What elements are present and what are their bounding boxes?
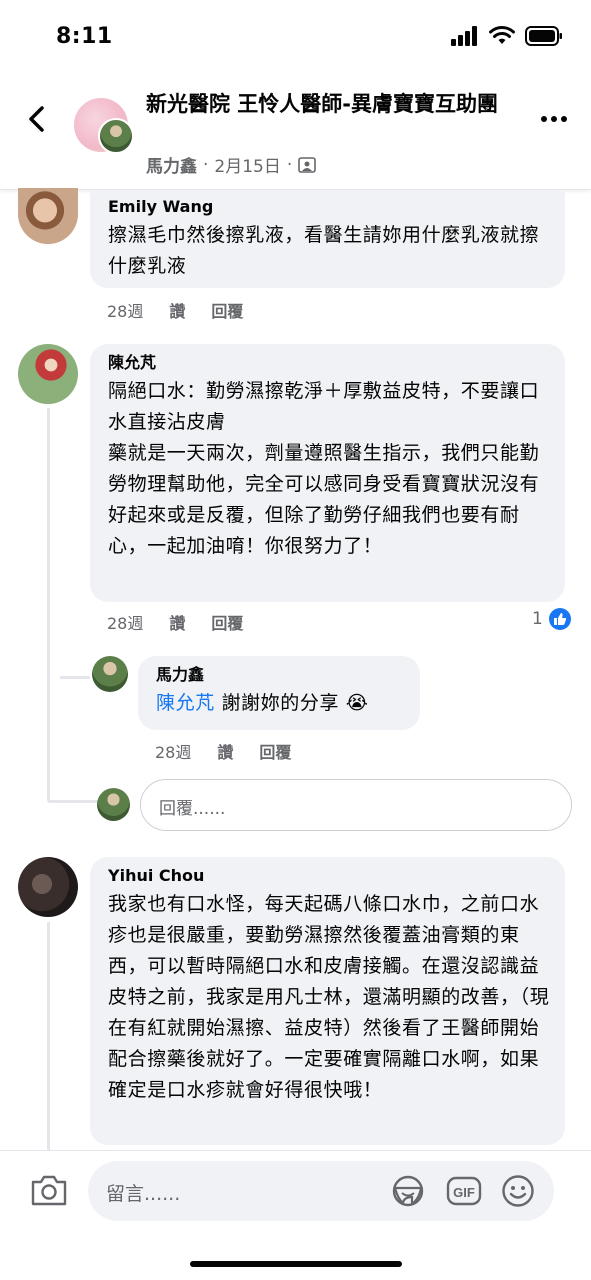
signal-icon [451, 26, 477, 46]
like-button[interactable]: 讚 [217, 739, 233, 763]
comment-age[interactable]: 28週 [107, 298, 143, 322]
reply-button[interactable]: 回覆 [211, 610, 243, 634]
comment-placeholder: 留言...... [106, 1183, 181, 1205]
comment-author[interactable]: Yihui Chou [108, 865, 551, 887]
my-avatar [97, 788, 130, 821]
comment-actions: 28週 讚 回覆 [107, 298, 243, 322]
wifi-icon [489, 26, 515, 44]
reaction-count: 1 [532, 609, 543, 629]
post-date[interactable]: 2月15日 [214, 152, 280, 177]
emoji-icon[interactable] [500, 1173, 536, 1209]
comment-bubble: 陳允芃 隔絕口水：勤勞濕擦乾淨＋厚敷益皮特，不要讓口水直接沾皮膚 藥就是一天兩次… [90, 344, 565, 602]
svg-text:GIF: GIF [453, 1185, 475, 1200]
crying-emoji: 😭 [345, 692, 369, 714]
status-time: 8:11 [56, 24, 113, 49]
comment-author[interactable]: 陳允芃 [108, 352, 551, 374]
comment-input[interactable]: 留言...... GIF [88, 1161, 554, 1221]
author-avatar[interactable] [98, 118, 134, 154]
thread-line [47, 922, 50, 1150]
avatar[interactable] [92, 656, 128, 692]
reply-bubble: 馬力鑫 陳允芃 謝謝妳的分享 😭 [138, 656, 420, 730]
thread-line [60, 676, 90, 679]
back-icon[interactable] [22, 104, 52, 134]
reply-author[interactable]: 馬力鑫 [156, 664, 406, 686]
avatar[interactable] [18, 344, 78, 404]
status-icons [451, 26, 563, 46]
thread-line [47, 408, 50, 800]
comment-actions: 28週 讚 回覆 [107, 610, 243, 634]
comment-text: 隔絕口水：勤勞濕擦乾淨＋厚敷益皮特，不要讓口水直接沾皮膚 [108, 380, 540, 433]
comment-author[interactable]: Emily Wang [108, 196, 551, 218]
group-title[interactable]: 新光醫院 王怜人醫師-異膚寶寶互助團 [146, 90, 506, 119]
more-options-icon[interactable] [541, 116, 567, 122]
comment-text: 擦濕毛巾然後擦乳液，看醫生請妳用什麼乳液就擦什麼乳液 [108, 224, 540, 277]
post-meta: 馬力鑫 · 2月15日 · [146, 152, 317, 177]
thread-line [47, 800, 99, 803]
reply-button[interactable]: 回覆 [211, 298, 243, 322]
comment-text: 藥就是一天兩次，劑量遵照醫生指示，我們只能勤勞物理幫助他，完全可以感同身受看寶寶… [108, 442, 540, 557]
status-bar: 8:11 [0, 0, 591, 78]
reaction-summary[interactable]: 1 [532, 608, 571, 630]
reply-actions: 28週 讚 回覆 [155, 739, 291, 763]
like-button[interactable]: 讚 [169, 298, 185, 322]
camera-icon[interactable] [30, 1173, 68, 1207]
comment-composer: 留言...... GIF [0, 1150, 591, 1280]
reply-text: 陳允芃 謝謝妳的分享 😭 [156, 692, 369, 714]
post-author[interactable]: 馬力鑫 [146, 152, 197, 177]
reply-input[interactable]: 回覆...... [140, 779, 572, 831]
gif-icon[interactable]: GIF [446, 1173, 482, 1209]
comment-bubble: Yihui Chou 我家也有口水怪，每天起碼八條口水巾，之前口水疹也是很嚴重，… [90, 857, 565, 1145]
comment-age[interactable]: 28週 [107, 610, 143, 634]
mention-link[interactable]: 陳允芃 [156, 692, 215, 714]
comment-text: 我家也有口水怪，每天起碼八條口水巾，之前口水疹也是很嚴重，要勤勞濕擦然後覆蓋油膏… [108, 893, 550, 1101]
meta-separator: · [286, 154, 293, 175]
like-reaction-icon [548, 608, 571, 630]
like-button[interactable]: 讚 [169, 610, 185, 634]
group-privacy-icon [298, 156, 317, 173]
avatar[interactable] [18, 188, 78, 244]
avatar[interactable] [18, 857, 78, 917]
post-header: 新光醫院 王怜人醫師-異膚寶寶互助團 馬力鑫 · 2月15日 · [0, 78, 591, 190]
reply-age[interactable]: 28週 [155, 739, 191, 763]
reply-button[interactable]: 回覆 [259, 739, 291, 763]
home-indicator [190, 1261, 402, 1267]
meta-separator: · [203, 154, 209, 175]
comment-bubble: Emily Wang 擦濕毛巾然後擦乳液，看醫生請妳用什麼乳液就擦什麼乳液 [90, 190, 565, 288]
sticker-icon[interactable] [390, 1173, 426, 1209]
battery-icon [525, 26, 562, 46]
